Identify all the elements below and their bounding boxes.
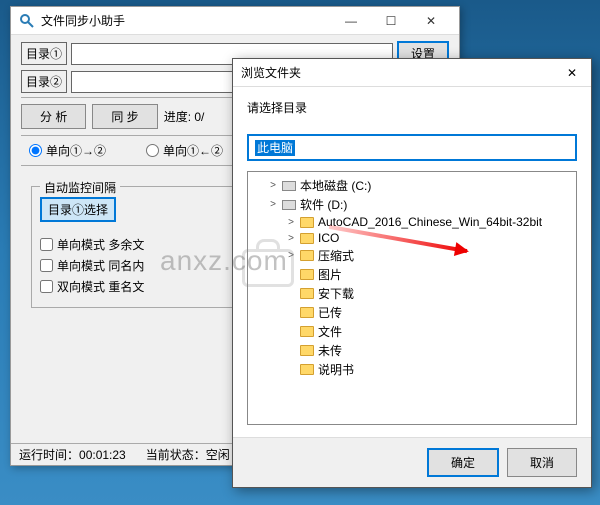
- fieldset-legend: 自动监控间隔: [40, 179, 120, 196]
- tree-item-label: 已传: [318, 304, 342, 321]
- browse-title-text: 浏览文件夹: [241, 64, 561, 81]
- progress-text: 进度: 0/: [164, 108, 205, 125]
- folder-icon: [300, 233, 314, 244]
- cancel-button[interactable]: 取消: [507, 448, 577, 477]
- radio-dir2to1-input[interactable]: [146, 144, 159, 157]
- chk-samename[interactable]: [40, 259, 53, 272]
- radio-dir1to2-input[interactable]: [29, 144, 42, 157]
- folder-tree[interactable]: > 本地磁盘 (C:) > 软件 (D:) > AutoCAD_2016_Chinese_…: [247, 171, 577, 425]
- folder-icon: [300, 288, 314, 299]
- disk-icon: [282, 200, 296, 210]
- browse-path-input[interactable]: 此电脑: [247, 134, 577, 161]
- tree-item-label: 软件 (D:): [300, 196, 347, 213]
- expander-icon[interactable]: >: [286, 233, 296, 244]
- folder-icon: [300, 250, 314, 261]
- folder-icon: [300, 326, 314, 337]
- tree-item[interactable]: 文件: [250, 322, 574, 341]
- dir1-label: 目录①: [21, 42, 67, 65]
- folder-icon: [300, 307, 314, 318]
- analyze-button[interactable]: 分 析: [21, 104, 86, 129]
- sync-button[interactable]: 同 步: [92, 104, 157, 129]
- dir1-select-button[interactable]: 目录①选择: [40, 197, 116, 222]
- tree-item[interactable]: 图片: [250, 265, 574, 284]
- ok-button[interactable]: 确定: [427, 448, 499, 477]
- dir2-label: 目录②: [21, 70, 67, 93]
- tree-item[interactable]: 说明书: [250, 360, 574, 379]
- titlebar[interactable]: 文件同步小助手 — ☐ ✕: [11, 7, 459, 35]
- browse-titlebar[interactable]: 浏览文件夹 ✕: [233, 59, 591, 87]
- chk-samename-label: 单向模式 同名内: [57, 257, 144, 274]
- tree-item[interactable]: > 软件 (D:): [250, 195, 574, 214]
- folder-icon: [300, 345, 314, 356]
- tree-item-label: 安下载: [318, 285, 354, 302]
- tree-item-label: 文件: [318, 323, 342, 340]
- browse-prompt: 请选择目录: [247, 99, 577, 116]
- chk-extra[interactable]: [40, 238, 53, 251]
- maximize-button[interactable]: ☐: [371, 7, 411, 34]
- app-title: 文件同步小助手: [41, 12, 331, 29]
- folder-icon: [300, 217, 314, 228]
- tree-item[interactable]: 安下载: [250, 284, 574, 303]
- expander-icon[interactable]: >: [268, 180, 278, 191]
- radio-dir1to2[interactable]: 单向①→②: [29, 142, 106, 159]
- radio-dir2to1[interactable]: 单向①←②: [146, 142, 223, 159]
- folder-icon: [300, 269, 314, 280]
- disk-icon: [282, 181, 296, 191]
- tree-item[interactable]: 已传: [250, 303, 574, 322]
- runtime-status: 运行时间：00:01:23: [19, 446, 126, 463]
- tree-item[interactable]: > 压缩式: [250, 246, 574, 265]
- expander-icon[interactable]: >: [286, 217, 296, 228]
- state-status: 当前状态：空闲: [146, 446, 230, 463]
- folder-icon: [300, 364, 314, 375]
- app-icon: [19, 13, 35, 29]
- expander-icon[interactable]: >: [286, 250, 296, 261]
- tree-item-label: 未传: [318, 342, 342, 359]
- tree-item-label: 说明书: [318, 361, 354, 378]
- tree-item[interactable]: > ICO: [250, 230, 574, 246]
- tree-item-label: 本地磁盘 (C:): [300, 177, 371, 194]
- expander-icon[interactable]: >: [268, 199, 278, 210]
- tree-item[interactable]: > 本地磁盘 (C:): [250, 176, 574, 195]
- minimize-button[interactable]: —: [331, 7, 371, 34]
- chk-extra-label: 单向模式 多余文: [57, 236, 144, 253]
- tree-item-label: 图片: [318, 266, 342, 283]
- close-button[interactable]: ✕: [411, 7, 451, 34]
- tree-item[interactable]: > AutoCAD_2016_Chinese_Win_64bit-32bit: [250, 214, 574, 230]
- tree-item-label: 压缩式: [318, 247, 354, 264]
- tree-item-label: AutoCAD_2016_Chinese_Win_64bit-32bit: [318, 215, 542, 229]
- tree-item-label: ICO: [318, 231, 339, 245]
- tree-item[interactable]: 未传: [250, 341, 574, 360]
- chk-rename-label: 双向模式 重名文: [57, 278, 144, 295]
- browse-dialog: 浏览文件夹 ✕ 请选择目录 此电脑 > 本地磁盘 (C:) > 软件 (D:) > Aut…: [232, 58, 592, 488]
- browse-close-button[interactable]: ✕: [561, 66, 583, 80]
- chk-rename[interactable]: [40, 280, 53, 293]
